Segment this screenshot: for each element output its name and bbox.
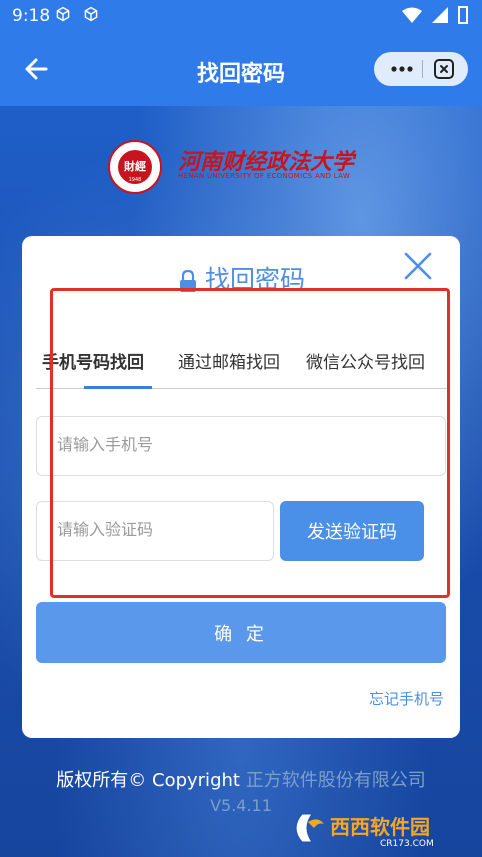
status-indicators [402,6,468,24]
university-seal-icon: 財經 1948 [108,140,162,194]
tab-wechat[interactable]: 微信公众号找回 [306,348,425,373]
app-header: 找回密码 [0,34,482,106]
forgot-phone-link[interactable]: 忘记手机号 [369,688,444,709]
copyright: 版权所有© Copyright 正方软件股份有限公司 [0,766,482,792]
seal-year: 1948 [129,177,142,183]
tab-phone[interactable]: 手机号码找回 [42,348,144,373]
capsule-divider [422,60,423,78]
cube-icon [56,6,70,22]
phone-input[interactable] [36,416,446,476]
recovery-tabs: 手机号码找回 通过邮箱找回 微信公众号找回 [36,348,448,389]
status-bar: 9:18 [0,0,482,34]
school-name-en: HENAN UNIVERSITY OF ECONOMICS AND LAW [178,172,351,180]
card-title-text: 找回密码 [204,265,305,294]
watermark-logo: 西西软件园 CR173.COM [295,813,434,849]
exit-miniapp-icon[interactable] [432,57,456,81]
seal-text: 財經 [123,159,146,173]
copyright-prefix: 版权所有© Copyright [56,770,240,791]
miniapp-capsule [374,52,468,86]
close-icon[interactable] [402,250,434,282]
svg-text:CR173.COM: CR173.COM [380,839,434,849]
signal-icon [432,7,448,23]
tab-email[interactable]: 通过邮箱找回 [178,348,280,373]
battery-icon [458,6,468,24]
verification-code-input[interactable] [36,501,274,561]
active-tab-indicator [84,386,152,389]
send-code-button[interactable]: 发送验证码 [280,501,424,561]
lock-icon [179,269,196,292]
recover-password-card: 找回密码 手机号码找回 通过邮箱找回 微信公众号找回 发送验证码 确 定 忘记手… [22,236,460,738]
svg-text:西西软件园: 西西软件园 [330,815,430,839]
card-title: 找回密码 [22,260,460,296]
cube-icon [84,6,98,22]
company-name: 正方软件股份有限公司 [245,770,426,791]
confirm-button[interactable]: 确 定 [36,602,446,663]
wifi-icon [402,7,422,23]
more-icon[interactable] [384,52,420,86]
status-time: 9:18 [12,6,51,26]
